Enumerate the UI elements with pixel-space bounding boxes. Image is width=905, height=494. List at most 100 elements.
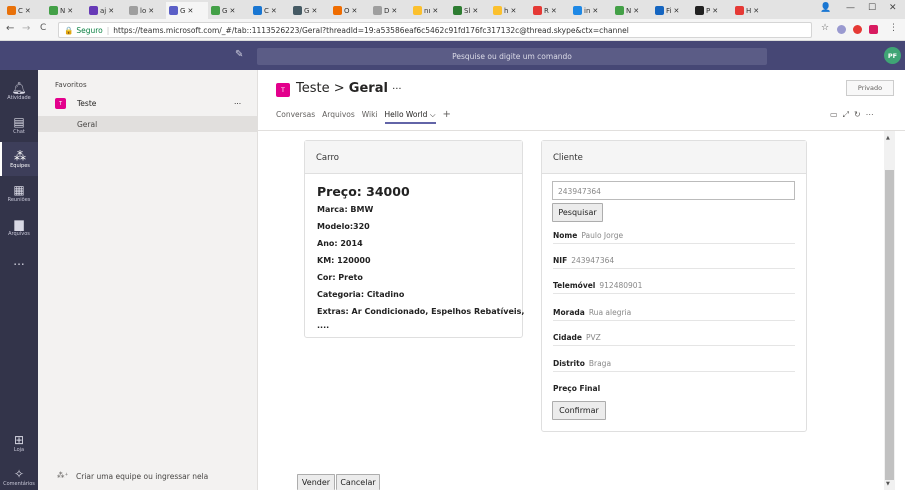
team-more-button[interactable]: ...	[234, 97, 241, 106]
car-price: Preço: 34000	[317, 184, 410, 199]
close-tab-icon[interactable]: ✕	[391, 7, 397, 15]
close-tab-icon[interactable]: ✕	[148, 7, 154, 15]
tab-conversas[interactable]: Conversas	[276, 110, 315, 124]
more-icon[interactable]: ⋯	[866, 110, 879, 119]
expand-icon[interactable]: ⤢	[843, 110, 854, 119]
chat-icon[interactable]: ▭	[830, 110, 843, 119]
close-tab-icon[interactable]: ✕	[187, 7, 193, 15]
favicon-icon	[493, 6, 502, 15]
browser-tab[interactable]: R ✕	[530, 2, 570, 19]
close-tab-icon[interactable]: ✕	[432, 7, 438, 15]
browser-tab[interactable]: C ✕	[4, 2, 46, 19]
address-bar[interactable]: 🔒 Seguro | https://teams.microsoft.com/_…	[58, 22, 812, 38]
compose-icon[interactable]: ✎	[235, 49, 243, 60]
calendar-icon: ▦	[13, 182, 25, 197]
client-card: Cliente 243947364 Pesquisar Nome Paulo Jo…	[541, 140, 807, 432]
close-tab-icon[interactable]: ✕	[673, 7, 679, 15]
close-tab-icon[interactable]: ✕	[633, 7, 639, 15]
tab-hello-world[interactable]: Hello World ⌵	[384, 110, 436, 124]
reload-icon[interactable]: ↻	[854, 110, 866, 119]
create-team-link[interactable]: Criar uma equipe ou ingressar nela	[76, 472, 208, 481]
close-tab-icon[interactable]: ✕	[551, 7, 557, 15]
final-price: Preço Final	[553, 384, 601, 393]
bookmark-star-icon[interactable]: ☆	[821, 23, 829, 33]
close-tab-icon[interactable]: ✕	[271, 7, 277, 15]
search-input[interactable]: Pesquise ou digite um comando	[257, 48, 767, 65]
sell-button[interactable]: Vender	[297, 474, 335, 490]
close-tab-icon[interactable]: ✕	[472, 7, 478, 15]
rail-item-activity[interactable]: 🔔︎ Atividade	[0, 74, 38, 108]
close-tab-icon[interactable]: ✕	[753, 7, 759, 15]
rail-item-files[interactable]: ▆ Arquivos	[0, 210, 38, 244]
forward-icon[interactable]: →	[22, 23, 30, 34]
add-tab-button[interactable]: +	[443, 110, 451, 124]
browser-tab[interactable]: G ✕	[290, 2, 330, 19]
close-tab-icon[interactable]: ✕	[108, 7, 114, 15]
url-text: https://teams.microsoft.com/_#/tab::1113…	[113, 25, 629, 35]
breadcrumb-team[interactable]: Teste	[296, 81, 330, 96]
scroll-up-icon[interactable]: ▲	[886, 135, 890, 141]
new-tab-button[interactable]	[774, 2, 796, 19]
car-card: Carro Preço: 34000 Marca: BMW Modelo:320…	[304, 140, 524, 338]
scrollbar-thumb[interactable]	[885, 170, 894, 480]
browser-tab-active[interactable]: G ✕	[166, 2, 208, 19]
header-actions: ▭⤢↻⋯	[830, 110, 879, 120]
close-tab-icon[interactable]: ✕	[592, 7, 598, 15]
profile-icon[interactable]: 👤	[820, 3, 831, 13]
search-button[interactable]: Pesquisar	[552, 203, 603, 222]
browser-tab[interactable]: H ✕	[732, 2, 772, 19]
close-tab-icon[interactable]: ✕	[510, 7, 516, 15]
extension-icon[interactable]	[869, 25, 878, 34]
channel-item-geral[interactable]: Geral	[38, 116, 257, 132]
minimize-icon[interactable]: —	[846, 3, 855, 13]
team-name[interactable]: Teste	[77, 99, 96, 108]
adblock-extension-icon[interactable]	[853, 25, 862, 34]
close-tab-icon[interactable]: ✕	[311, 7, 317, 15]
extension-icon[interactable]	[837, 25, 846, 34]
close-tab-icon[interactable]: ✕	[712, 7, 718, 15]
browser-tab[interactable]: O ✕	[330, 2, 370, 19]
browser-menu-icon[interactable]: ⋮	[889, 23, 898, 33]
window-close-icon[interactable]: ✕	[889, 3, 897, 13]
scroll-down-icon[interactable]: ▼	[886, 481, 890, 487]
rail-item-more[interactable]: ...	[0, 244, 38, 278]
car-model: Modelo:320	[317, 222, 370, 231]
cancel-button[interactable]: Cancelar	[336, 474, 380, 490]
close-tab-icon[interactable]: ✕	[352, 7, 358, 15]
rail-item-chat[interactable]: ▤ Chat	[0, 108, 38, 142]
tab-arquivos[interactable]: Arquivos	[322, 110, 355, 124]
back-icon[interactable]: ←	[6, 23, 14, 34]
browser-tab[interactable]: lo ✕	[126, 2, 166, 19]
car-category: Categoria: Citadino	[317, 290, 405, 299]
browser-tab[interactable]: P ✕	[692, 2, 732, 19]
browser-tab[interactable]: h ✕	[490, 2, 530, 19]
divider	[258, 130, 905, 131]
divider	[553, 243, 795, 244]
close-tab-icon[interactable]: ✕	[25, 7, 31, 15]
tab-wiki[interactable]: Wiki	[362, 110, 378, 124]
browser-tab[interactable]: D ✕	[370, 2, 410, 19]
browser-tab[interactable]: in ✕	[570, 2, 612, 19]
browser-tab[interactable]: nı ✕	[410, 2, 450, 19]
browser-tab[interactable]: Fi ✕	[652, 2, 692, 19]
rail-item-teams[interactable]: ⁂ Equipes	[0, 142, 38, 176]
browser-tab[interactable]: aj ✕	[86, 2, 126, 19]
confirm-button[interactable]: Confirmar	[552, 401, 606, 420]
close-tab-icon[interactable]: ✕	[229, 7, 235, 15]
browser-tab[interactable]: G ✕	[208, 2, 250, 19]
browser-tab[interactable]: Sl ✕	[450, 2, 490, 19]
rail-item-store[interactable]: ⊞ Loja	[0, 426, 38, 460]
browser-tab[interactable]: C ✕	[250, 2, 290, 19]
browser-tab[interactable]: N ✕	[46, 2, 86, 19]
close-tab-icon[interactable]: ✕	[67, 7, 73, 15]
maximize-icon[interactable]: ☐	[868, 3, 876, 13]
avatar[interactable]: PF	[884, 47, 901, 64]
reload-icon[interactable]: C	[40, 23, 46, 33]
rail-item-meetings[interactable]: ▦ Reuniões	[0, 176, 38, 210]
rail-item-feedback[interactable]: ✧ Comentários	[0, 460, 38, 494]
favicon-icon	[211, 6, 220, 15]
browser-tab[interactable]: N ✕	[612, 2, 652, 19]
nif-search-input[interactable]: 243947364	[552, 181, 795, 200]
channel-more-button[interactable]: ···	[392, 84, 402, 95]
client-city: Cidade PVZ	[553, 333, 601, 342]
